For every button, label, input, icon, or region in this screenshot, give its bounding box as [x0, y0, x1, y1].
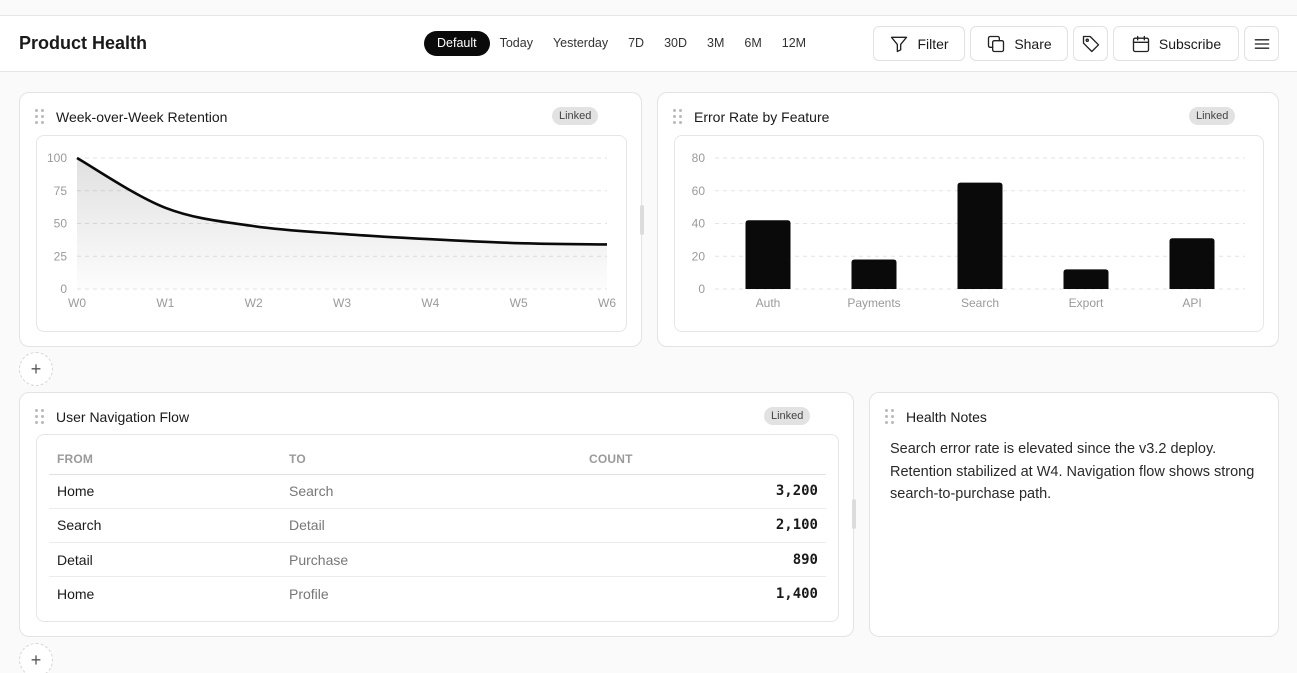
dashboard-header: Product Health Default Today Yesterday 7… [0, 16, 1297, 72]
y-tick-label: 100 [47, 151, 67, 165]
menu-button[interactable] [1244, 26, 1279, 61]
cell-from: Search [49, 508, 289, 544]
range-3m[interactable]: 3M [697, 31, 734, 56]
retention-chart-frame: 0 25 50 75 100 W0 W1 W2 W3 W4 W5 W6 [36, 135, 627, 332]
add-widget-button[interactable]: + [19, 352, 53, 386]
y-tick-label: 0 [698, 282, 705, 296]
range-default[interactable]: Default [424, 31, 490, 56]
x-tick-label: API [1182, 296, 1201, 310]
column-header-to: TO [289, 445, 589, 475]
x-tick-label: W1 [156, 296, 174, 310]
calendar-icon [1132, 35, 1150, 52]
add-widget-button[interactable]: + [19, 643, 53, 673]
x-tick-label: Auth [756, 296, 781, 310]
x-tick-label: W3 [333, 296, 351, 310]
cell-count: 2,100 [589, 508, 826, 544]
x-tick-label: W2 [245, 296, 263, 310]
date-range-selector: Default Today Yesterday 7D 30D 3M 6M 12M [424, 31, 816, 56]
share-button[interactable]: Share [970, 26, 1068, 61]
navigation-flow-table: FROM TO COUNT Home Search 3,200 Search D… [49, 445, 826, 611]
range-7d[interactable]: 7D [618, 31, 654, 56]
filter-button[interactable]: Filter [873, 26, 965, 61]
drag-handle-icon[interactable] [35, 109, 45, 124]
cell-from: Home [57, 586, 95, 603]
error-rate-card-title: Error Rate by Feature [694, 109, 830, 125]
x-tick-label: Export [1069, 296, 1104, 310]
retention-chart: 0 25 50 75 100 W0 W1 W2 W3 W4 W5 W6 [47, 151, 616, 310]
bar-payments [851, 259, 897, 289]
cell-from: Home [49, 474, 289, 509]
error-rate-chart: 0 20 40 60 80 Auth Payments Search Export API [692, 151, 1245, 310]
y-tick-label: 60 [692, 184, 706, 198]
x-tick-label: Payments [847, 296, 900, 310]
table-row: Detail Purchase 890 [49, 542, 826, 578]
navigation-flow-card: User Navigation Flow Linked FROM TO COUN… [19, 392, 854, 637]
cell-count: 1,400 [775, 586, 818, 603]
y-tick-label: 0 [60, 282, 67, 296]
resize-handle[interactable] [852, 499, 856, 529]
health-notes-card-title: Health Notes [906, 409, 987, 425]
y-tick-label: 50 [54, 217, 68, 231]
y-tick-label: 75 [54, 184, 68, 198]
hamburger-menu-icon [1254, 38, 1269, 49]
resize-handle[interactable] [640, 205, 644, 235]
plus-icon: + [30, 358, 42, 379]
tag-button[interactable] [1073, 26, 1108, 61]
linked-badge: Linked [1189, 107, 1236, 125]
cell-from: Detail [49, 542, 289, 578]
health-notes-card: Health Notes Search error rate is elevat… [869, 392, 1279, 637]
table-row: Home Profile 1,400 [49, 577, 826, 611]
page-title: Product Health [19, 33, 148, 53]
cell-to: Detail [289, 508, 589, 544]
range-6m[interactable]: 6M [734, 31, 771, 56]
range-12m[interactable]: 12M [772, 31, 816, 56]
bar-search [957, 182, 1003, 289]
linked-badge: Linked [764, 407, 811, 425]
column-header-from: FROM [49, 445, 289, 475]
range-yesterday[interactable]: Yesterday [543, 31, 618, 56]
bar-auth [745, 220, 791, 289]
y-tick-label: 20 [692, 249, 706, 263]
x-tick-label: W5 [510, 296, 528, 310]
retention-card: Week-over-Week Retention Linked 0 25 50 75 1… [19, 92, 642, 347]
x-tick-label: Search [961, 296, 999, 310]
subscribe-button-label: Subscribe [1158, 35, 1222, 52]
copy-icon [988, 35, 1005, 52]
navigation-flow-table-frame: FROM TO COUNT Home Search 3,200 Search D… [36, 434, 839, 622]
health-notes-text: Search error rate is elevated since the … [890, 441, 1255, 502]
x-tick-label: W0 [68, 296, 86, 310]
bar-api [1169, 238, 1215, 289]
y-tick-label: 25 [54, 249, 68, 263]
range-today[interactable]: Today [490, 31, 543, 56]
cell-to: Profile [289, 586, 329, 603]
share-button-label: Share [1014, 35, 1052, 52]
navigation-flow-card-title: User Navigation Flow [56, 409, 190, 425]
plus-icon: + [30, 649, 42, 670]
cell-to: Purchase [289, 542, 589, 578]
table-header-row: FROM TO COUNT [49, 445, 826, 475]
column-header-count: COUNT [589, 445, 826, 475]
drag-handle-icon[interactable] [885, 409, 895, 424]
error-rate-chart-frame: 0 20 40 60 80 Auth Payments Search Export API [674, 135, 1264, 332]
y-tick-label: 80 [692, 151, 706, 165]
linked-badge: Linked [552, 107, 599, 125]
error-rate-card: Error Rate by Feature Linked 0 20 40 60 80 Au… [657, 92, 1279, 347]
cell-count: 890 [589, 542, 826, 578]
drag-handle-icon[interactable] [35, 409, 45, 424]
x-tick-label: W6 [598, 296, 616, 310]
bar-export [1063, 269, 1109, 289]
filter-button-label: Filter [917, 35, 949, 52]
cell-count: 3,200 [589, 474, 826, 509]
table-row: Home Search 3,200 [49, 474, 826, 509]
table-row: Search Detail 2,100 [49, 508, 826, 544]
cell-to: Search [289, 474, 589, 509]
filter-icon [891, 36, 908, 52]
range-30d[interactable]: 30D [654, 31, 697, 56]
drag-handle-icon[interactable] [673, 109, 683, 124]
subscribe-button[interactable]: Subscribe [1113, 26, 1239, 61]
x-tick-label: W4 [421, 296, 439, 310]
retention-card-title: Week-over-Week Retention [56, 109, 228, 125]
y-tick-label: 40 [692, 217, 706, 231]
tag-icon [1082, 35, 1099, 52]
